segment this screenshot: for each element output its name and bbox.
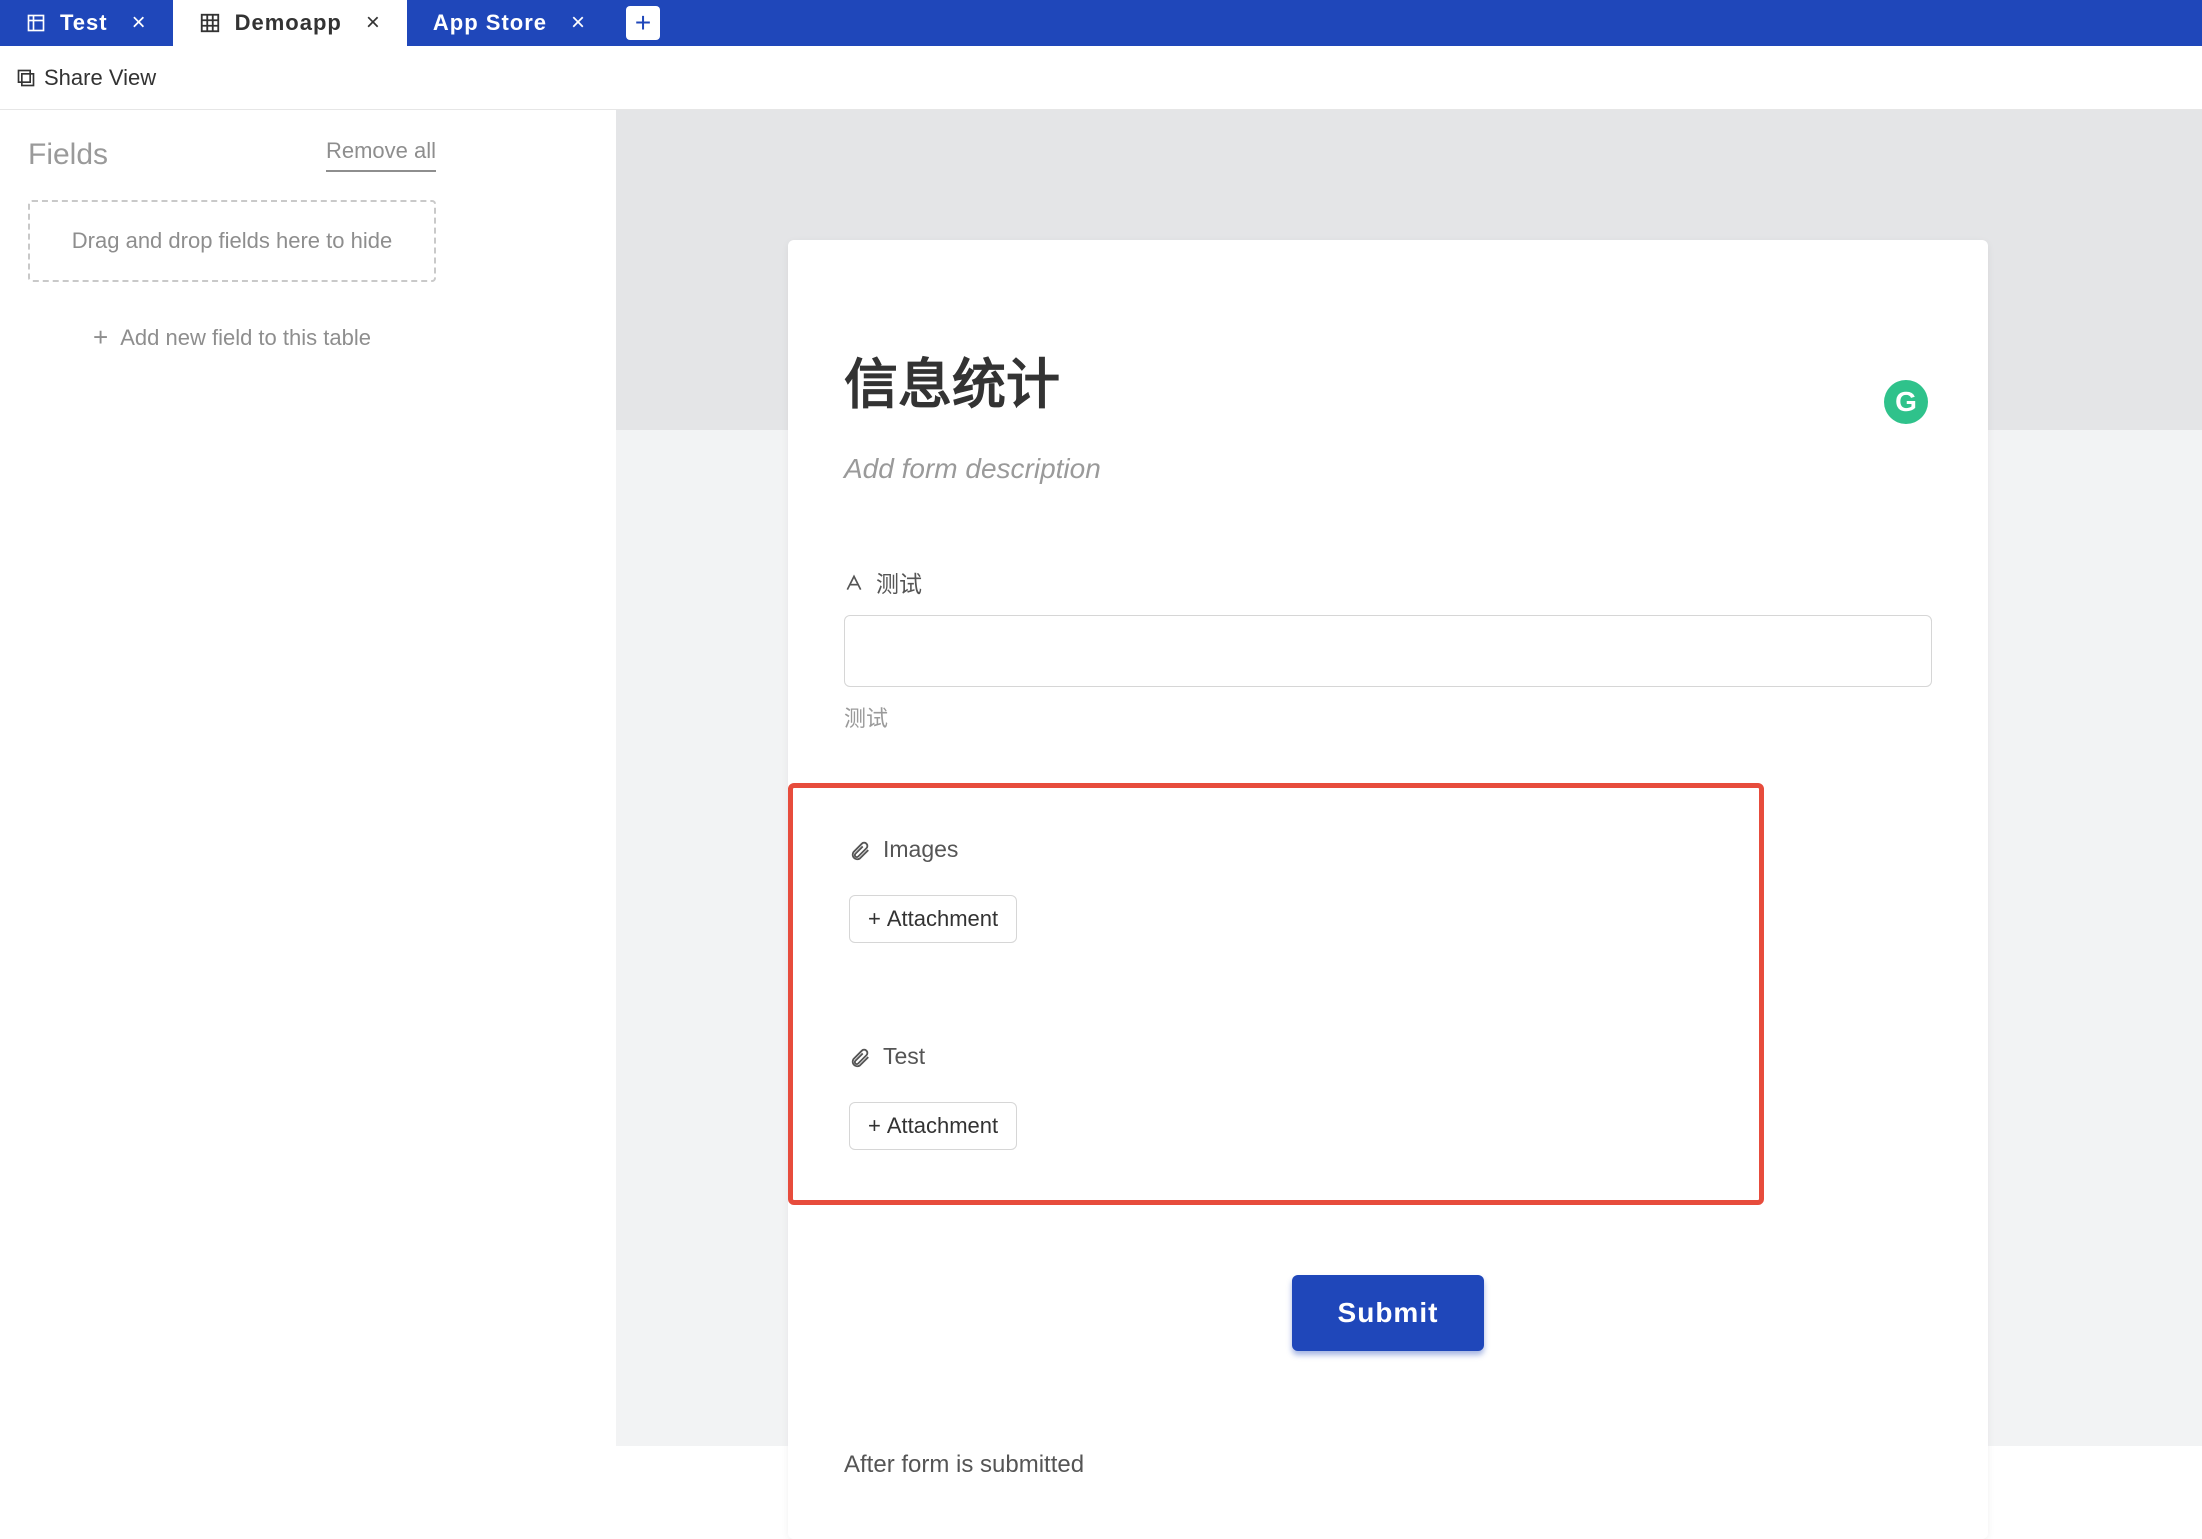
plus-icon: + — [635, 7, 651, 39]
annotation-highlight: Images + Attachment Test + — [788, 783, 1764, 1205]
share-view-button[interactable]: Share View — [4, 59, 168, 97]
close-icon[interactable]: × — [366, 9, 381, 37]
tab-label: Demoapp — [235, 10, 342, 36]
field-label: 测试 — [844, 565, 1932, 599]
attachment-icon — [849, 1047, 871, 1069]
field-images: Images + Attachment — [849, 836, 1703, 943]
table-icon — [26, 13, 46, 33]
sidebar: Fields Remove all Drag and drop fields h… — [0, 110, 616, 1446]
tab-app-store[interactable]: App Store × — [407, 0, 612, 46]
form-canvas: G 信息统计 Add form description 测试 测试 — [616, 110, 2202, 1446]
tab-bar: Test × Demoapp × App Store × + — [0, 0, 2202, 46]
field-help-text: 测试 — [844, 701, 1932, 733]
plus-icon: + — [868, 906, 881, 932]
add-tab-button[interactable]: + — [626, 6, 660, 40]
add-field-button[interactable]: + Add new field to this table — [28, 322, 436, 353]
field-label-text: Test — [883, 1043, 925, 1070]
field-label: Images — [849, 836, 1703, 863]
add-attachment-button[interactable]: + Attachment — [849, 1102, 1017, 1150]
table-icon — [199, 12, 221, 34]
add-attachment-button[interactable]: + Attachment — [849, 895, 1017, 943]
toolbar: Share View — [0, 46, 2202, 110]
sidebar-title: Fields — [28, 138, 108, 172]
text-type-icon — [844, 573, 864, 593]
field-test-attachment: Test + Attachment — [849, 1043, 1703, 1150]
add-field-label: Add new field to this table — [120, 325, 371, 351]
form-card: G 信息统计 Add form description 测试 测试 — [788, 240, 1988, 1539]
share-view-label: Share View — [44, 65, 156, 91]
text-input[interactable] — [844, 615, 1932, 687]
attachment-button-label: Attachment — [887, 1113, 998, 1139]
tab-label: App Store — [433, 10, 547, 36]
sidebar-header: Fields Remove all — [28, 138, 436, 172]
field-label-text: 测试 — [876, 565, 922, 599]
share-icon — [16, 68, 36, 88]
hidden-fields-dropzone[interactable]: Drag and drop fields here to hide — [28, 200, 436, 282]
submit-button[interactable]: Submit — [1292, 1275, 1485, 1351]
main: Fields Remove all Drag and drop fields h… — [0, 110, 2202, 1446]
grammarly-icon[interactable]: G — [1884, 380, 1928, 424]
attachment-icon — [849, 840, 871, 862]
attachment-button-label: Attachment — [887, 906, 998, 932]
close-icon[interactable]: × — [132, 9, 147, 37]
form-title[interactable]: 信息统计 — [844, 340, 1932, 419]
tab-demoapp[interactable]: Demoapp × — [173, 0, 407, 46]
field-label-text: Images — [883, 836, 958, 863]
plus-icon: + — [93, 322, 108, 353]
submit-wrap: Submit — [844, 1275, 1932, 1351]
tab-test[interactable]: Test × — [0, 0, 173, 46]
field-text: 测试 测试 — [844, 565, 1932, 733]
remove-all-button[interactable]: Remove all — [326, 138, 436, 172]
field-label: Test — [849, 1043, 1703, 1070]
plus-icon: + — [868, 1113, 881, 1139]
form-description-placeholder[interactable]: Add form description — [844, 453, 1932, 485]
close-icon[interactable]: × — [571, 9, 586, 37]
tab-label: Test — [60, 10, 108, 36]
after-submit-label: After form is submitted — [844, 1451, 1932, 1479]
